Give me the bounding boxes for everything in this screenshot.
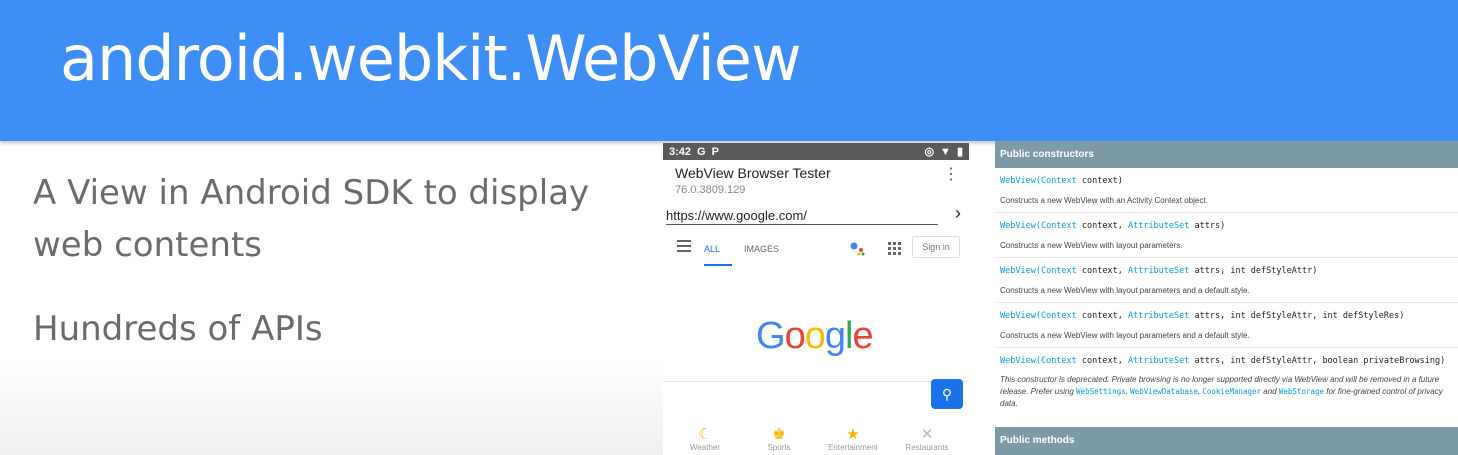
star-icon: ★ (846, 426, 860, 443)
webview-link[interactable]: WebView( (1000, 176, 1041, 186)
webview-link[interactable]: WebView( (1000, 356, 1041, 366)
phone-screenshot: 3:42 G P ◎ ▼ ▮ WebView Browser Tester 76… (663, 143, 969, 455)
battery-icon: ▮ (956, 146, 963, 158)
bottom-fade (0, 360, 665, 455)
status-time: 3:42 (669, 145, 692, 158)
context-link[interactable]: Context (1041, 266, 1077, 276)
context-link[interactable]: Context (1041, 221, 1077, 231)
title-banner: android.webkit.WebView (0, 0, 1458, 141)
sig-params: attrs, int defStyleAttr) (1189, 266, 1318, 276)
quick-link-restaurants[interactable]: ✕ Restaurants (897, 425, 957, 452)
sig-params: context, (1076, 311, 1128, 321)
constructor-description: Constructs a new WebView with layout par… (1000, 331, 1250, 340)
constructor-row: WebView(Context context, AttributeSet at… (995, 303, 1458, 348)
context-link[interactable]: Context (1041, 311, 1077, 321)
constructor-row: WebView(Context context, AttributeSet at… (995, 258, 1458, 303)
url-row: › (663, 200, 969, 230)
webview-link[interactable]: WebView( (1000, 266, 1041, 276)
constructor-description: Constructs a new WebView with an Activit… (1000, 196, 1208, 205)
go-arrow-icon[interactable]: › (955, 203, 961, 224)
assistant-icon[interactable] (850, 242, 866, 256)
tab-all-indicator (704, 264, 732, 266)
webstorage-link[interactable]: WebStorage (1279, 387, 1324, 396)
search-field[interactable] (663, 381, 969, 382)
search-icon: ⚲ (941, 386, 953, 402)
app-bar: WebView Browser Tester 76.0.3809.129 ⋮ (663, 160, 969, 200)
slide-title: android.webkit.WebView (60, 22, 802, 95)
context-link[interactable]: Context (1041, 176, 1077, 186)
trophy-icon: ♚ (772, 426, 786, 443)
logo-letter: o (804, 315, 826, 357)
deprecation-note: This constructor is deprecated. Private … (995, 366, 1458, 410)
sig-params: attrs) (1189, 221, 1226, 231)
tab-images[interactable]: IMAGES (744, 244, 779, 254)
deprecation-and: and (1261, 387, 1279, 396)
constructor-row: WebView(Context context) Constructs a ne… (995, 168, 1458, 213)
bullet-apis: Hundreds of APIs (33, 309, 323, 349)
webview-link[interactable]: WebView( (1000, 311, 1041, 321)
apps-grid-icon[interactable] (888, 242, 902, 256)
websettings-link[interactable]: WebSettings (1076, 387, 1126, 396)
sig-params: context, (1076, 221, 1128, 231)
quick-link-entertainment[interactable]: ★ Entertainment (823, 425, 883, 452)
sig-params: context) (1076, 176, 1123, 186)
more-menu-icon[interactable]: ⋮ (943, 167, 959, 183)
constructor-signature: WebView(Context context) (995, 168, 1458, 186)
constructor-row: WebView(Context context, AttributeSet at… (995, 348, 1458, 421)
context-link[interactable]: Context (1041, 356, 1077, 366)
vibrate-icon: ◎ (924, 146, 935, 158)
logo-letter: G (756, 315, 786, 357)
quick-link-sports[interactable]: ♚ Sports (749, 425, 809, 452)
constructors-header: Public constructors (995, 141, 1458, 168)
sig-params: context, (1076, 356, 1128, 366)
restaurant-icon: ✕ (920, 426, 934, 443)
p-icon: P (711, 145, 719, 158)
attributeset-link[interactable]: AttributeSet (1128, 221, 1189, 231)
hamburger-menu-icon[interactable] (677, 240, 691, 255)
constructor-signature: WebView(Context context, AttributeSet at… (995, 213, 1458, 231)
status-bar: 3:42 G P ◎ ▼ ▮ (663, 143, 969, 160)
constructor-signature: WebView(Context context, AttributeSet at… (995, 258, 1458, 276)
app-title: WebView Browser Tester (675, 165, 831, 181)
api-docs: Public constructors WebView(Context cont… (995, 141, 1458, 455)
constructor-signature: WebView(Context context, AttributeSet at… (995, 348, 1458, 366)
sig-params: attrs, int defStyleAttr, boolean private… (1189, 356, 1446, 366)
logo-letter: e (852, 315, 873, 357)
url-input[interactable] (666, 206, 938, 225)
constructor-description: Constructs a new WebView with layout par… (1000, 241, 1183, 250)
app-version: 76.0.3809.129 (675, 184, 746, 196)
attributeset-link[interactable]: AttributeSet (1128, 356, 1189, 366)
cookiemanager-link[interactable]: CookieManager (1202, 387, 1261, 396)
logo-letter: g (824, 315, 846, 357)
methods-header: Public methods (995, 427, 1458, 455)
sign-in-button[interactable]: Sign in (912, 236, 960, 258)
quick-link-weather[interactable]: ☾ Weather (675, 425, 735, 452)
logo-letter: o (784, 315, 806, 357)
search-button[interactable]: ⚲ (931, 379, 963, 409)
google-icon: G (697, 145, 706, 158)
bullet-description: A View in Android SDK to display web con… (33, 173, 590, 265)
constructor-signature: WebView(Context context, AttributeSet at… (995, 303, 1458, 321)
sig-params: attrs, int defStyleAttr, int defStyleRes… (1189, 311, 1405, 321)
google-nav: ALL IMAGES Sign in (663, 230, 969, 268)
webviewdatabase-link[interactable]: WebViewDatabase (1130, 387, 1198, 396)
wifi-icon: ▼ (940, 145, 951, 158)
sig-params: context, (1076, 266, 1128, 276)
constructor-description: Constructs a new WebView with layout par… (1000, 286, 1250, 295)
webview-link[interactable]: WebView( (1000, 221, 1041, 231)
google-logo: Google (756, 315, 874, 358)
tab-all[interactable]: ALL (704, 244, 720, 254)
weather-icon: ☾ (698, 426, 712, 443)
attributeset-link[interactable]: AttributeSet (1128, 266, 1189, 276)
constructor-row: WebView(Context context, AttributeSet at… (995, 213, 1458, 258)
attributeset-link[interactable]: AttributeSet (1128, 311, 1189, 321)
